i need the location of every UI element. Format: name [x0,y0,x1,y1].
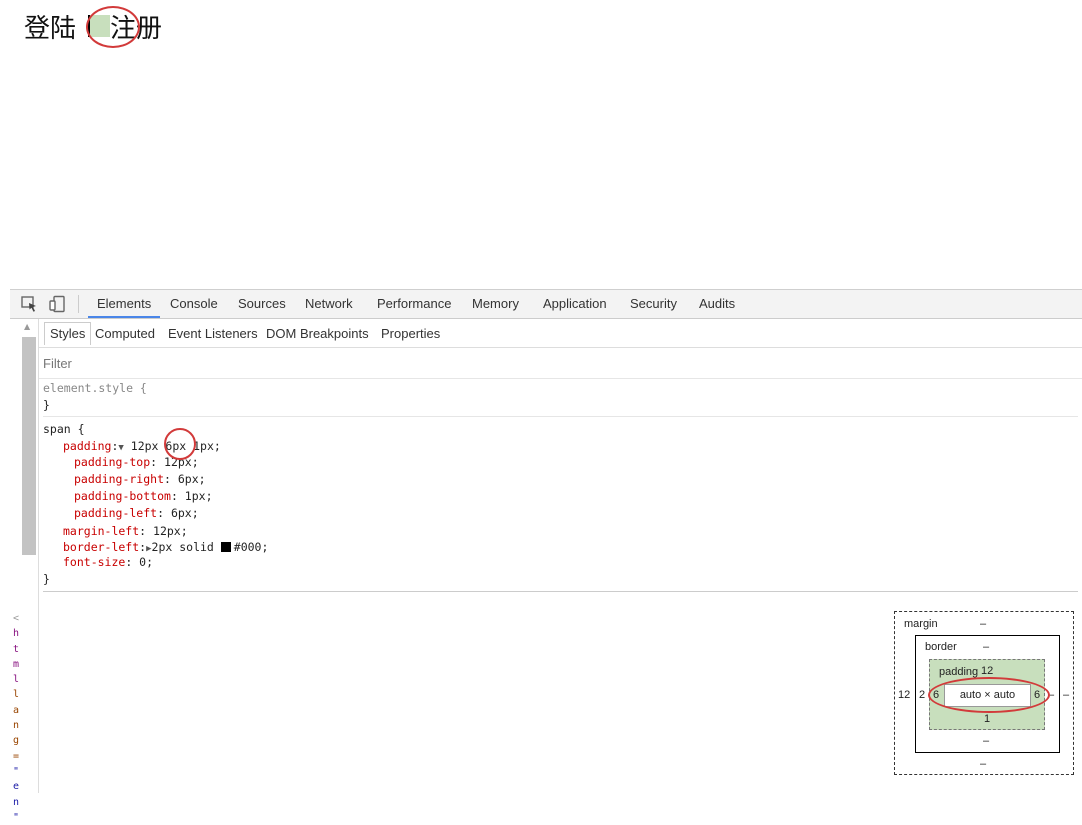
margin-right-value[interactable]: – [1063,689,1069,701]
tab-performance[interactable]: Performance [377,290,451,318]
padding-bottom-value[interactable]: 1 [984,713,990,725]
tab-memory[interactable]: Memory [472,290,519,318]
span-selector[interactable]: span { [43,421,85,438]
tab-dom-breakpoints[interactable]: DOM Breakpoints [266,323,369,345]
source-char: m [13,658,20,670]
tab-security[interactable]: Security [630,290,677,318]
source-char: h [13,628,20,640]
padding-value-top[interactable]: 12px [131,439,159,453]
padding-value-bottom[interactable]: 1px; [193,439,221,453]
source-char: " [13,811,20,823]
tab-network[interactable]: Network [305,290,353,318]
margin-left-declaration[interactable]: margin-left: 12px; [63,523,188,540]
longhand-value: 6px; [177,472,206,486]
span-rule-close: } [43,572,50,586]
border-left-color[interactable]: #000; [234,540,269,554]
tab-application[interactable]: Application [543,290,607,318]
longhand-value: 6px; [170,506,199,520]
devtools-toolbar: Elements Console Sources Network Perform… [10,290,1082,319]
longhand-declaration[interactable]: padding-bottom: 1px; [74,488,213,505]
source-char: l [13,674,20,686]
margin-left-value[interactable]: 12px; [153,524,188,538]
element-style-close: } [43,398,50,412]
element-style-selector: element.style { [43,381,147,395]
tab-sources[interactable]: Sources [238,290,286,318]
styles-filter-bar: Filter [39,348,1082,379]
dom-source-snippet: < h t m l l a n g = " e n " [13,611,23,825]
border-left-value[interactable]: 2 [919,689,925,701]
element-style-rule: element.style { } [43,380,1078,417]
filter-input[interactable]: Filter [43,356,72,371]
longhand-name: padding-left [74,506,158,520]
border-label: border [925,641,957,653]
padding-property-name[interactable]: padding [63,439,111,453]
padding-label: padding [939,666,979,678]
margin-left-value[interactable]: 12 [898,689,910,701]
color-swatch[interactable] [220,542,231,552]
annotation-circle-span [86,6,140,48]
tab-styles[interactable]: Styles [44,322,92,345]
scrollbar-thumb[interactable] [22,337,36,555]
margin-label: margin [904,618,938,630]
margin-bottom-value[interactable]: – [980,758,986,770]
source-char: n [13,720,20,732]
border-left-name[interactable]: border-left [63,540,139,554]
annotation-circle-padding-value [164,428,196,460]
elements-tree-gutter: ▲ < h t m l l a n g = " e n " [10,319,39,823]
longhand-declaration[interactable]: padding-right: 6px; [74,471,206,488]
scroll-up-arrow-icon[interactable]: ▲ [24,322,30,331]
margin-top-value[interactable]: – [980,618,986,630]
span-style-rule: span { padding:▼ 12px 6px 1px; padding-t… [43,421,1078,592]
longhand-value: 1px; [184,489,213,503]
border-top-value[interactable]: – [983,641,989,653]
source-char: = [13,750,20,762]
border-left-value[interactable]: 2px solid [152,540,214,554]
device-toolbar-icon[interactable] [48,295,66,313]
border-bottom-value[interactable]: – [983,735,989,747]
tab-properties[interactable]: Properties [381,323,440,345]
annotation-circle-content [928,677,1050,713]
longhand-name: padding-right [74,472,165,486]
margin-left-name[interactable]: margin-left [63,524,139,538]
longhand-name: padding-top [74,455,151,469]
source-char: g [13,735,20,747]
tab-computed[interactable]: Computed [95,323,155,345]
inspect-element-icon[interactable] [20,295,38,313]
font-size-declaration[interactable]: font-size: 0; [63,554,153,571]
tab-audits[interactable]: Audits [699,290,735,318]
source-char: l [13,689,20,701]
tab-elements[interactable]: Elements [88,290,161,318]
source-char: " [13,765,20,777]
source-char: a [13,704,20,716]
tab-event-listeners[interactable]: Event Listeners [168,323,258,345]
longhand-declaration[interactable]: padding-left: 6px; [74,505,199,522]
longhand-name: padding-bottom [74,489,171,503]
source-char: e [13,781,20,793]
expand-triangle-icon[interactable]: ▼ [118,443,123,453]
toolbar-divider [78,295,79,313]
source-char: n [13,796,20,808]
font-size-value[interactable]: 0; [139,555,153,569]
source-char: t [13,643,20,655]
tab-console[interactable]: Console [170,290,218,318]
login-text[interactable]: 登陆 [24,8,76,45]
styles-sidebar-tabs: Styles Computed Event Listeners DOM Brea… [39,319,1082,348]
padding-top-value[interactable]: 12 [981,665,993,677]
source-char: < [13,613,20,624]
font-size-name[interactable]: font-size [63,555,125,569]
